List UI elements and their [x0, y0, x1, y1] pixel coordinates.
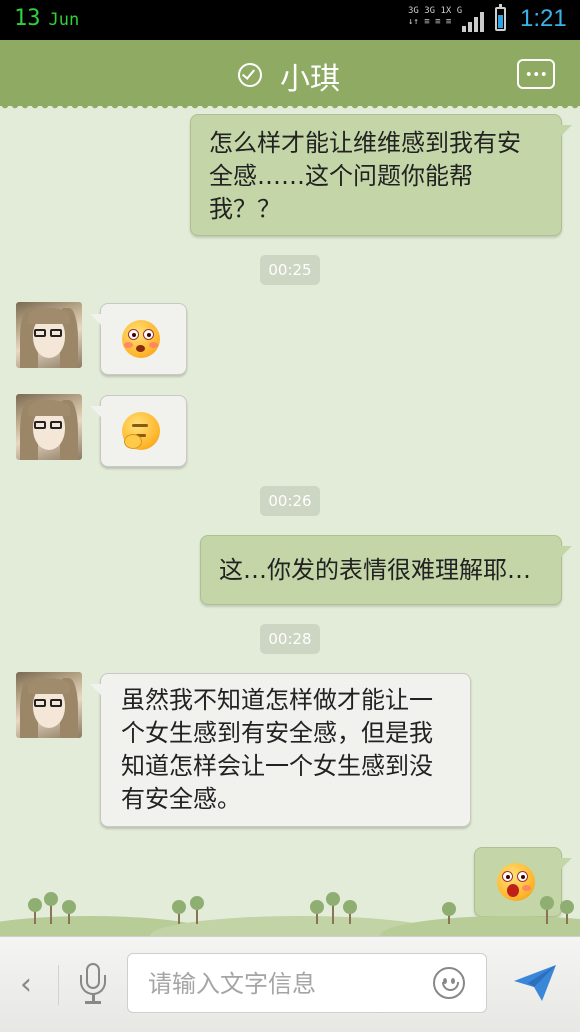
- message-text: 怎么样才能让维维感到我有安全感……这个问题你能帮我？？: [209, 129, 521, 223]
- more-dots-icon: [525, 72, 547, 76]
- shocked-face-icon: [122, 320, 160, 358]
- more-options-button[interactable]: [517, 59, 555, 89]
- contact-avatar[interactable]: [16, 302, 82, 368]
- contact-avatar[interactable]: [16, 394, 82, 460]
- message-input[interactable]: [146, 966, 420, 1002]
- microphone-icon[interactable]: [80, 963, 106, 1007]
- battery-icon: [495, 4, 506, 31]
- status-date: 13 Jun: [14, 6, 79, 31]
- check-circle-icon: [238, 63, 262, 87]
- signal-icon: [462, 12, 484, 32]
- divider: [58, 965, 59, 1005]
- send-icon[interactable]: [512, 963, 558, 1003]
- incoming-emoji-message[interactable]: [90, 395, 187, 467]
- message-list[interactable]: 怎么样才能让维维感到我有安全感……这个问题你能帮我？？ 00:25 00:26 …: [0, 106, 580, 936]
- incoming-emoji-message[interactable]: [90, 303, 187, 375]
- message-timestamp: 00:25: [260, 255, 320, 285]
- network-indicator: 3G 3G 1X G ↓↑ ≡ ≡ ≡: [408, 6, 462, 28]
- message-input-field[interactable]: [127, 953, 487, 1013]
- status-bar: 13 Jun 3G 3G 1X G ↓↑ ≡ ≡ ≡ 1:21: [0, 0, 580, 40]
- input-bar: ‹: [0, 936, 580, 1032]
- message-text: 这…你发的表情很难理解耶…: [219, 556, 531, 584]
- emoji-picker-icon[interactable]: [433, 967, 465, 999]
- chat-header: 小琪: [0, 40, 580, 111]
- message-timestamp: 00:26: [260, 486, 320, 516]
- thinking-face-icon: [122, 412, 160, 450]
- battery-level: [498, 15, 503, 28]
- status-date-day: 13: [14, 6, 41, 31]
- background-scenery: [0, 890, 580, 936]
- status-time: 1:21: [520, 5, 567, 32]
- message-text: 虽然我不知道怎样做才能让一个女生感到有安全感，但是我知道怎样会让一个女生感到没有…: [121, 686, 433, 813]
- incoming-message[interactable]: 虽然我不知道怎样做才能让一个女生感到有安全感，但是我知道怎样会让一个女生感到没有…: [90, 673, 471, 827]
- message-timestamp: 00:28: [260, 624, 320, 654]
- collapse-arrow-icon[interactable]: ‹: [20, 967, 32, 1002]
- status-date-month: Jun: [48, 10, 80, 30]
- outgoing-message[interactable]: 怎么样才能让维维感到我有安全感……这个问题你能帮我？？: [190, 114, 572, 236]
- network-types: 3G 3G 1X G: [408, 6, 463, 16]
- chat-title: 小琪: [280, 62, 340, 97]
- outgoing-message[interactable]: 这…你发的表情很难理解耶…: [200, 535, 572, 605]
- network-activity: ↓↑ ≡ ≡ ≡: [408, 17, 452, 27]
- contact-avatar[interactable]: [16, 672, 82, 738]
